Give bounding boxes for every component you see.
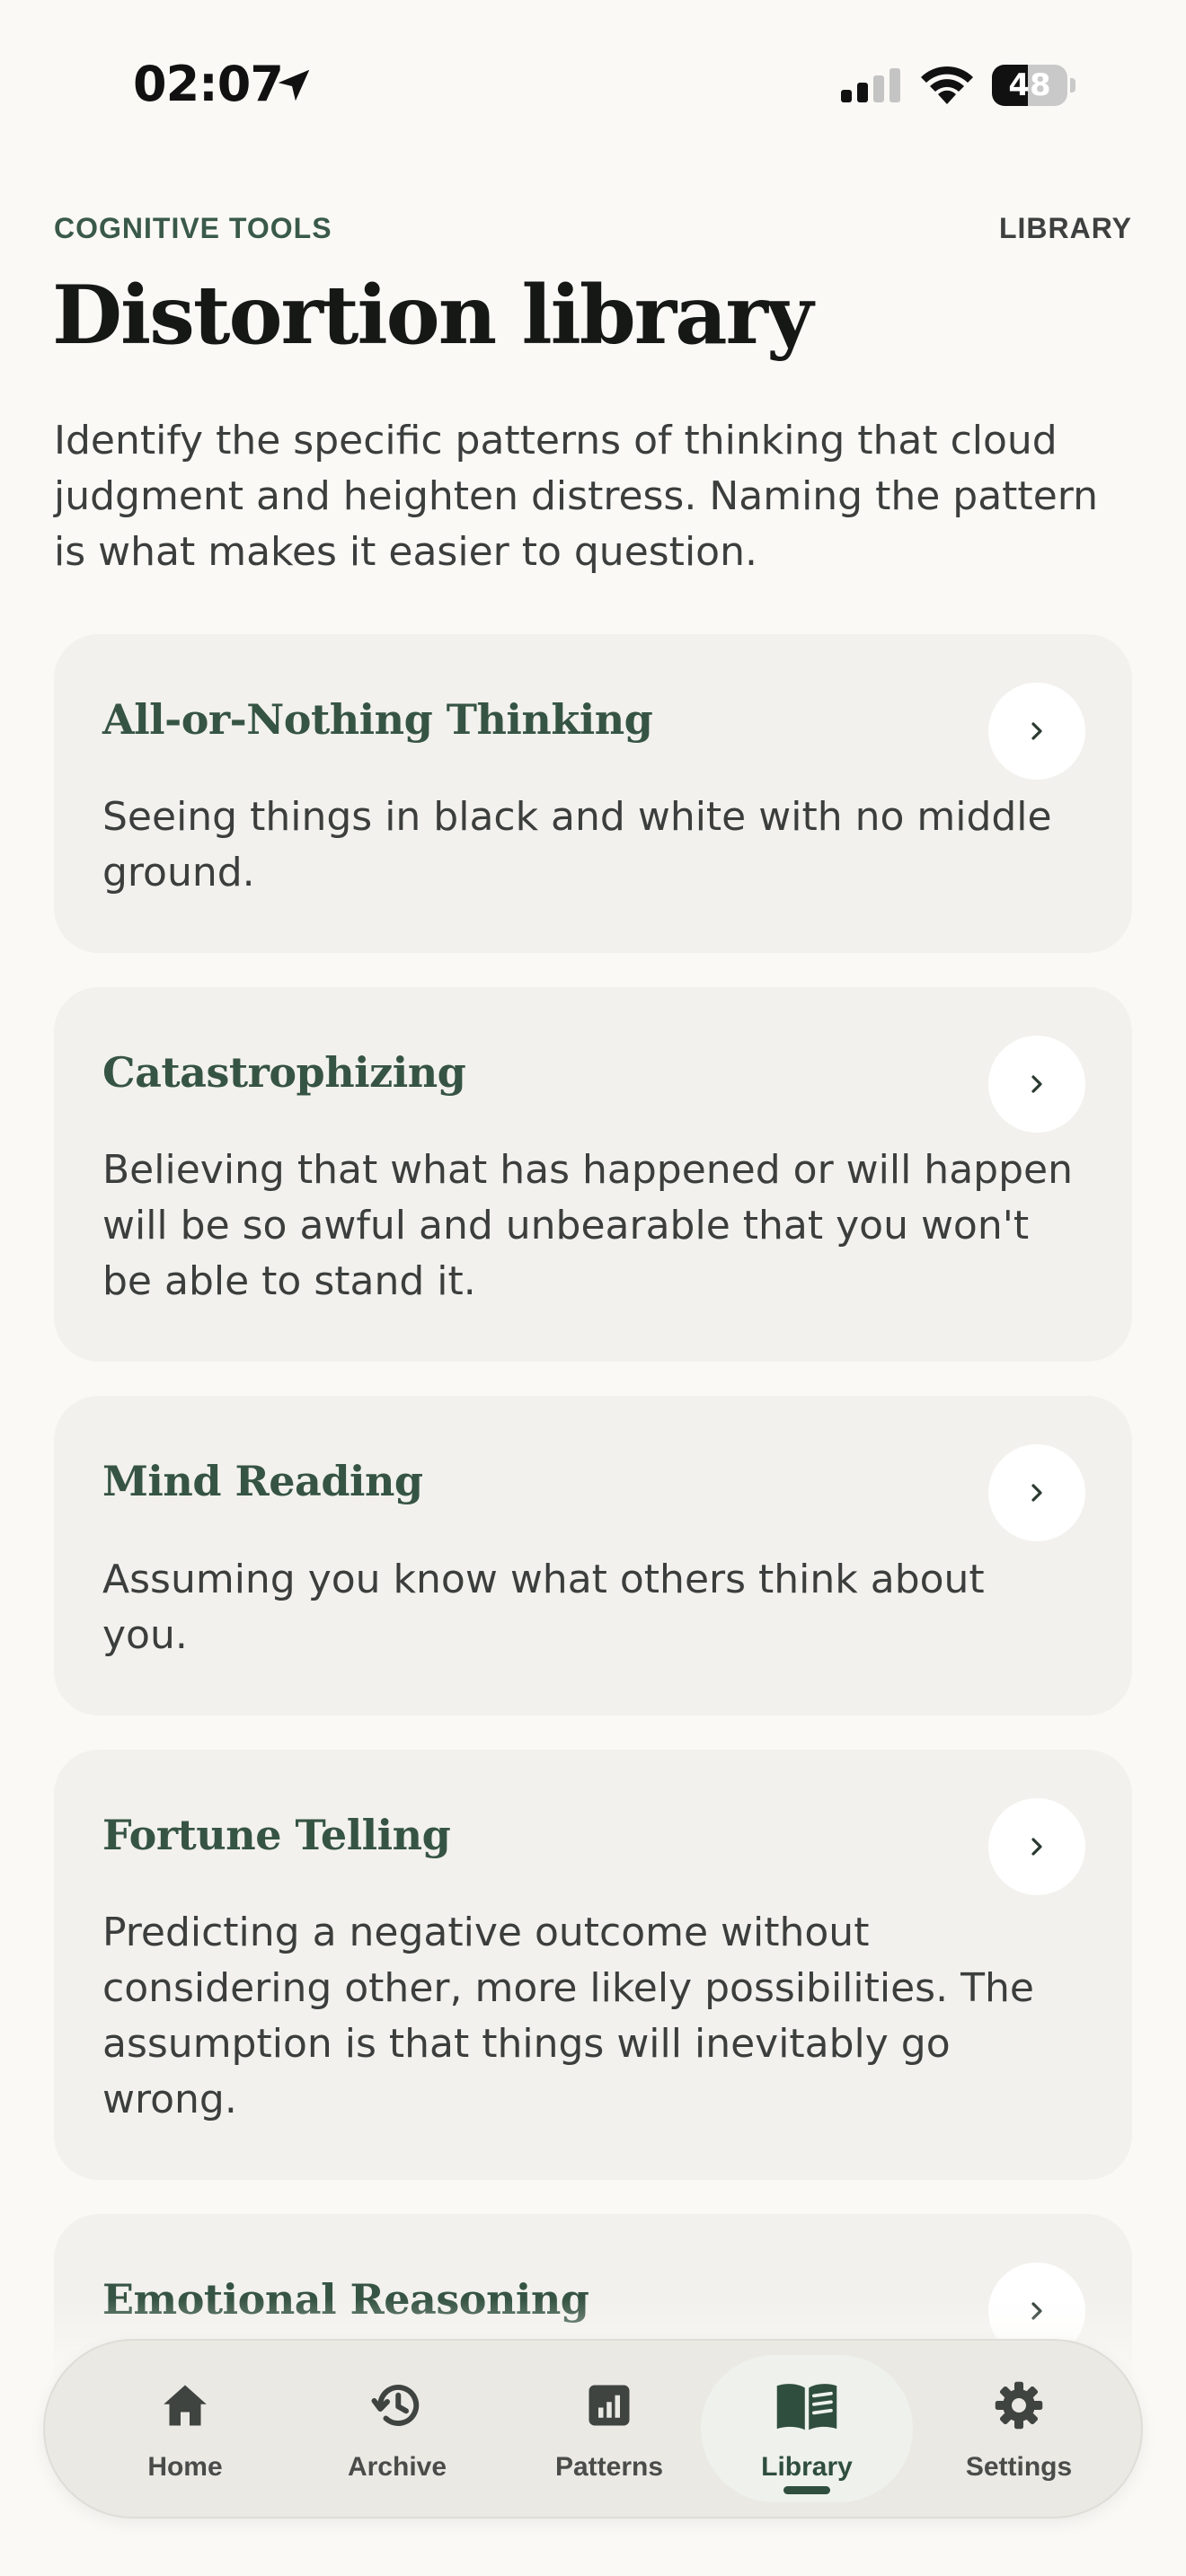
battery-indicator: 48 [992,65,1075,106]
distortion-description: Believing that what has happened or will… [102,1147,1073,1305]
distortion-title: Catastrophizing [102,1048,466,1098]
book-open-icon [776,2384,837,2430]
tab-label: Settings [965,2452,1073,2482]
tab-label: Home [147,2452,223,2482]
distortion-card-all-or-nothing[interactable]: All-or-Nothing Thinking Seeing things in… [54,634,1132,954]
distortion-card-fortune-telling[interactable]: Fortune Telling Predicting a negative ou… [54,1749,1132,2180]
intro-text: Identify the specific patterns of thinki… [54,418,1098,575]
battery-body: 48 [992,65,1067,106]
location-arrow-icon [278,69,310,101]
wifi-icon [921,66,973,104]
tab-settings[interactable]: Settings [913,2341,1125,2517]
gear-icon [995,2381,1043,2430]
cellular-signal-icon [841,68,900,102]
eyebrow-label: COGNITIVE TOOLS [54,212,332,244]
page-title: Distortion library [52,268,813,363]
tab-library[interactable]: Library [701,2341,913,2517]
tab-patterns[interactable]: Patterns [503,2341,715,2517]
distortion-description: Seeing things in black and white with no… [102,794,1052,896]
tab-label: Library [761,2452,853,2482]
tab-label: Archive [347,2452,447,2482]
chevron-right-icon [1031,1837,1042,1856]
bar-chart-icon [589,2385,630,2426]
chevron-right-icon [1031,1484,1042,1502]
open-distortion-button[interactable] [988,1797,1085,1895]
battery-level: 48 [1008,67,1051,103]
tab-archive[interactable]: Archive [291,2341,503,2517]
status-bar: 02:07 48 [0,0,1186,171]
distortion-list: All-or-Nothing Thinking Seeing things in… [54,634,1132,2536]
home-icon [164,2385,207,2426]
distortion-card-mind-reading[interactable]: Mind Reading Assuming you know what othe… [54,1396,1132,1716]
tab-label: Patterns [554,2452,664,2482]
chevron-right-icon [1031,1075,1042,1093]
section-tag: LIBRARY [998,212,1132,244]
battery-tip [1070,78,1075,93]
distortion-title: Mind Reading [102,1457,423,1506]
distortion-card-catastrophizing[interactable]: Catastrophizing Believing that what has … [54,987,1132,1363]
distortion-description: Predicting a negative outcome without co… [102,1909,1034,2122]
distortion-title: Fortune Telling [102,1810,451,1859]
distortion-description: Assuming you know what others think abou… [102,1556,985,1658]
history-icon [371,2385,420,2426]
tab-bar: Home Archive Patterns Library Settings [43,2339,1143,2519]
active-tab-indicator [783,2486,830,2494]
tab-home[interactable]: Home [79,2341,291,2517]
open-distortion-button[interactable] [988,1036,1085,1134]
chevron-right-icon [1031,722,1042,740]
open-distortion-button[interactable] [988,683,1085,780]
open-distortion-button[interactable] [988,1444,1085,1542]
status-time: 02:07 [133,56,284,112]
distortion-title: All-or-Nothing Thinking [102,695,653,744]
